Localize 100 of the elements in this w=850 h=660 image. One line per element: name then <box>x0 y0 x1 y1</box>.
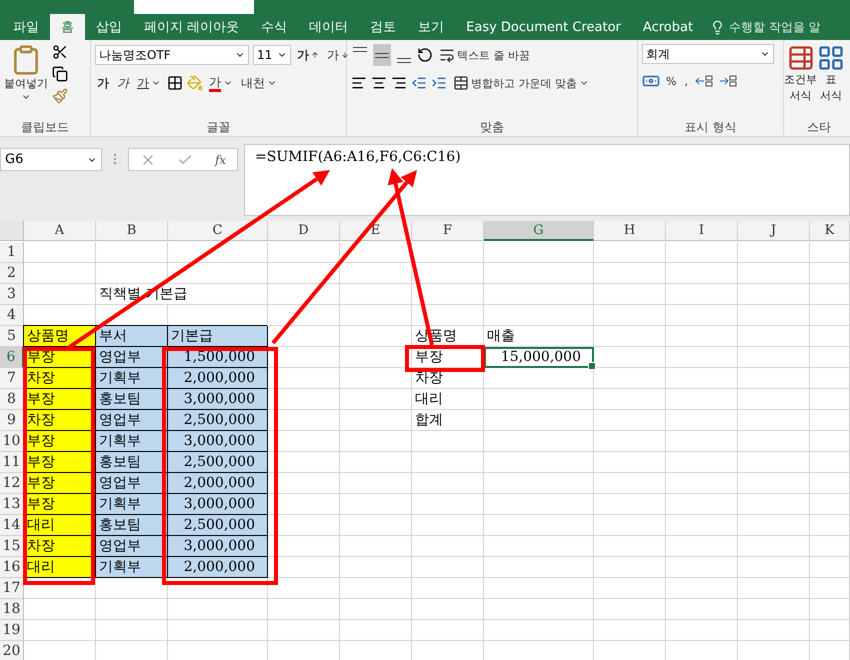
font-size-field[interactable]: 11 <box>253 45 291 65</box>
bold-button[interactable]: 가 <box>95 72 111 94</box>
table-cell <box>666 242 738 263</box>
row-header[interactable]: 13 <box>0 494 24 515</box>
row-header[interactable]: 5 <box>0 326 24 347</box>
ribbon-tab[interactable]: 검토 <box>359 14 408 40</box>
table-cell <box>666 599 738 620</box>
shrink-font-button[interactable]: 가 <box>325 44 351 66</box>
merge-cells-icon <box>453 75 469 91</box>
column-header[interactable]: A <box>24 221 96 241</box>
row-header[interactable]: 12 <box>0 473 24 494</box>
row-header[interactable]: 6 <box>0 347 24 368</box>
align-button[interactable] <box>373 44 391 66</box>
orientation-icon[interactable] <box>417 47 433 63</box>
row-header[interactable]: 1 <box>0 242 24 263</box>
table-cell <box>738 368 810 389</box>
row-header[interactable]: 10 <box>0 431 24 452</box>
ribbon-tab[interactable]: 페이지 레이아웃 <box>133 14 250 40</box>
row-header[interactable]: 19 <box>0 620 24 641</box>
row-header[interactable]: 11 <box>0 452 24 473</box>
table-cell <box>666 452 738 473</box>
fill-handle[interactable] <box>588 362 596 370</box>
row-header[interactable]: 8 <box>0 389 24 410</box>
ribbon-tab[interactable]: 수식 <box>250 14 298 40</box>
row-header[interactable]: 16 <box>0 557 24 578</box>
table-cell <box>810 389 850 410</box>
column-header[interactable]: I <box>666 221 738 241</box>
table-cell <box>810 263 850 284</box>
row-header[interactable]: 7 <box>0 368 24 389</box>
merge-center-button[interactable]: 병합하고 가운데 맞춤 <box>451 72 591 94</box>
underline-button[interactable]: 가 <box>135 72 163 94</box>
table-rules-icon <box>786 44 814 72</box>
insert-function-button[interactable]: fx <box>214 152 226 166</box>
quick-access-field[interactable] <box>134 0 254 14</box>
column-header[interactable]: F <box>412 221 484 241</box>
grow-font-button[interactable]: 가 <box>295 44 321 66</box>
paintbrush-icon[interactable] <box>52 88 68 104</box>
ribbon-tab[interactable]: 홈 <box>50 14 85 40</box>
increase-decimal-icon[interactable] <box>694 73 714 89</box>
table-format-button[interactable]: 표 서식 <box>817 44 845 118</box>
conditional-format-button[interactable]: 조건부 서식 <box>784 44 817 118</box>
ribbon-tab[interactable]: 삽입 <box>85 14 133 40</box>
table-cell <box>666 410 738 431</box>
scissors-icon[interactable] <box>52 44 68 60</box>
percent-button[interactable]: % <box>664 70 678 92</box>
font-name-field[interactable]: 나눔명조OTF <box>95 45 249 65</box>
table-cell <box>340 599 412 620</box>
column-header[interactable]: J <box>738 221 810 241</box>
column-header[interactable]: C <box>168 221 268 241</box>
decrease-decimal-icon[interactable] <box>718 73 738 89</box>
paste-button[interactable]: 붙여넣기 <box>4 44 48 118</box>
row-header[interactable]: 4 <box>0 305 24 326</box>
indent-increase-icon[interactable] <box>431 75 447 91</box>
formula-field[interactable]: =SUMIF(A6:A16,F6,C6:C16) <box>244 144 850 216</box>
phonetic-button[interactable]: 내천 <box>239 72 279 94</box>
align-right-icon[interactable] <box>391 75 407 91</box>
tell-me-field[interactable]: 수행할 작업을 알 <box>704 14 821 40</box>
table-cell <box>666 326 738 347</box>
column-header[interactable]: K <box>810 221 850 241</box>
ribbon-tab[interactable]: 데이터 <box>298 14 360 40</box>
row-header[interactable]: 3 <box>0 284 24 305</box>
ribbon-tab[interactable]: Easy Document Creator <box>455 14 632 40</box>
number-format-field[interactable]: 회계 <box>642 44 774 64</box>
indent-decrease-icon[interactable] <box>411 75 427 91</box>
table-cell <box>412 536 484 557</box>
table-cell <box>810 347 850 368</box>
ribbon-tab[interactable]: Acrobat <box>632 14 704 40</box>
table-cell <box>96 578 168 599</box>
fill-color-icon[interactable] <box>187 75 203 91</box>
font-color-button[interactable]: 가 <box>207 72 235 94</box>
row-header[interactable]: 2 <box>0 263 24 284</box>
name-box[interactable]: G6 <box>0 148 102 171</box>
table-cell <box>738 473 810 494</box>
row-header[interactable]: 14 <box>0 515 24 536</box>
borders-icon[interactable] <box>167 75 183 91</box>
group-label: 클립보드 <box>20 118 70 136</box>
row-header[interactable]: 15 <box>0 536 24 557</box>
copy-icon[interactable] <box>52 66 68 82</box>
table-cell: 3,000,000 <box>168 431 268 452</box>
column-header[interactable]: B <box>96 221 168 241</box>
ribbon-tab[interactable]: 보기 <box>407 14 456 40</box>
row-header[interactable]: 9 <box>0 410 24 431</box>
row-header[interactable]: 17 <box>0 578 24 599</box>
column-header[interactable]: G <box>484 221 594 241</box>
table-cell: 합계 <box>412 410 484 431</box>
align-left-icon[interactable] <box>351 75 367 91</box>
wrap-text-button[interactable]: 텍스트 줄 바꿈 <box>437 44 532 66</box>
column-header[interactable]: H <box>594 221 666 241</box>
table-cell <box>268 578 340 599</box>
comma-button[interactable]: , <box>682 70 690 92</box>
table-cell <box>268 494 340 515</box>
italic-button[interactable]: 가 <box>115 72 131 94</box>
row-header[interactable]: 18 <box>0 599 24 620</box>
table-cell <box>666 515 738 536</box>
row-header[interactable]: 20 <box>0 641 24 660</box>
table-cell <box>340 473 412 494</box>
align-center-icon[interactable] <box>371 75 387 91</box>
table-cell <box>594 242 666 263</box>
ribbon-tab[interactable]: 파일 <box>2 14 50 40</box>
column-header[interactable]: D <box>268 221 340 241</box>
